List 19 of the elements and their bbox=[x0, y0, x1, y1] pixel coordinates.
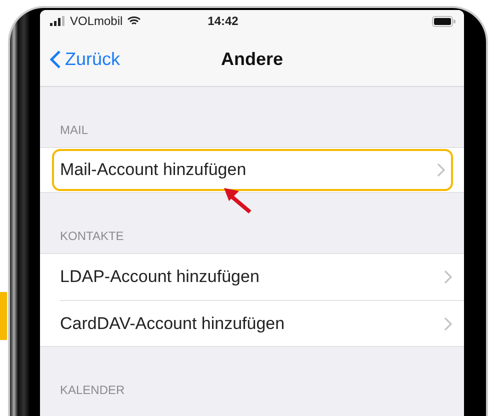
wifi-icon bbox=[126, 16, 141, 26]
section-header: KONTAKTE bbox=[60, 229, 124, 243]
chevron-icon bbox=[444, 316, 452, 330]
accent-bar bbox=[0, 292, 7, 340]
screen-title: Andere bbox=[220, 48, 283, 70]
status-time: 14:42 bbox=[206, 14, 240, 28]
back-chevron-icon bbox=[50, 50, 61, 68]
signal-icon bbox=[50, 16, 66, 26]
highlighted-list-item[interactable]: Mail-Account hinzufügen bbox=[52, 149, 453, 191]
section-header: MAIL bbox=[60, 123, 88, 137]
battery-icon bbox=[432, 16, 456, 26]
back-button[interactable]: Zurück bbox=[50, 48, 120, 70]
section-header: KALENDER bbox=[60, 383, 125, 397]
pointer-arrow-icon bbox=[222, 186, 252, 214]
list-item[interactable]: LDAP-Account hinzufügen bbox=[60, 254, 464, 300]
carrier-name: VOLmobil bbox=[70, 14, 123, 28]
list-item[interactable]: CardDAV-Account hinzufügen bbox=[60, 300, 464, 346]
chevron-icon bbox=[444, 270, 452, 284]
chevron-icon bbox=[437, 163, 445, 177]
